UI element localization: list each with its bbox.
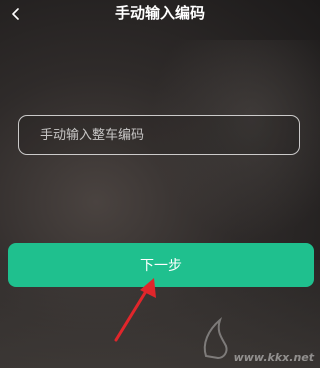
watermark-text: www.kkx.net	[233, 351, 314, 364]
red-arrow-icon	[114, 278, 156, 342]
watermark-logo-icon	[203, 316, 228, 360]
vehicle-code-input[interactable]	[18, 115, 300, 155]
page-title: 手动输入编码	[114, 4, 205, 22]
header-bar: 手动输入编码	[0, 0, 320, 28]
